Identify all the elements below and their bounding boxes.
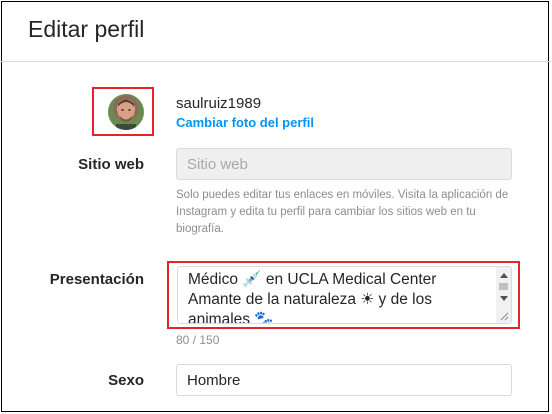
bio-character-counter: 80 / 150 — [176, 333, 220, 347]
bio-highlight: Médico 💉 en UCLA Medical Center Amante d… — [167, 261, 520, 329]
website-input[interactable]: Sitio web — [176, 148, 512, 180]
change-profile-photo-link[interactable]: Cambiar foto del perfil — [176, 115, 314, 130]
header-divider — [1, 61, 551, 62]
page-title: Editar perfil — [28, 16, 145, 42]
user-face-icon — [116, 99, 136, 130]
website-help-text: Solo puedes editar tus enlaces en móvile… — [176, 189, 509, 235]
scroll-down-arrow-icon[interactable] — [500, 296, 508, 301]
gender-select[interactable]: Hombre — [176, 364, 512, 396]
website-label: Sitio web — [78, 156, 144, 173]
gender-label: Sexo — [108, 372, 144, 389]
resize-handle-icon[interactable] — [500, 312, 509, 321]
scroll-up-arrow-icon[interactable] — [500, 273, 508, 278]
avatar[interactable] — [108, 94, 144, 130]
bio-label: Presentación — [49, 271, 144, 288]
username: saulruiz1989 — [176, 95, 262, 112]
bio-text: Médico 💉 en UCLA Medical Center Amante d… — [188, 271, 437, 324]
bio-textarea[interactable]: Médico 💉 en UCLA Medical Center Amante d… — [177, 266, 512, 324]
avatar-highlight — [92, 87, 154, 136]
scroll-thumb[interactable] — [499, 283, 508, 290]
